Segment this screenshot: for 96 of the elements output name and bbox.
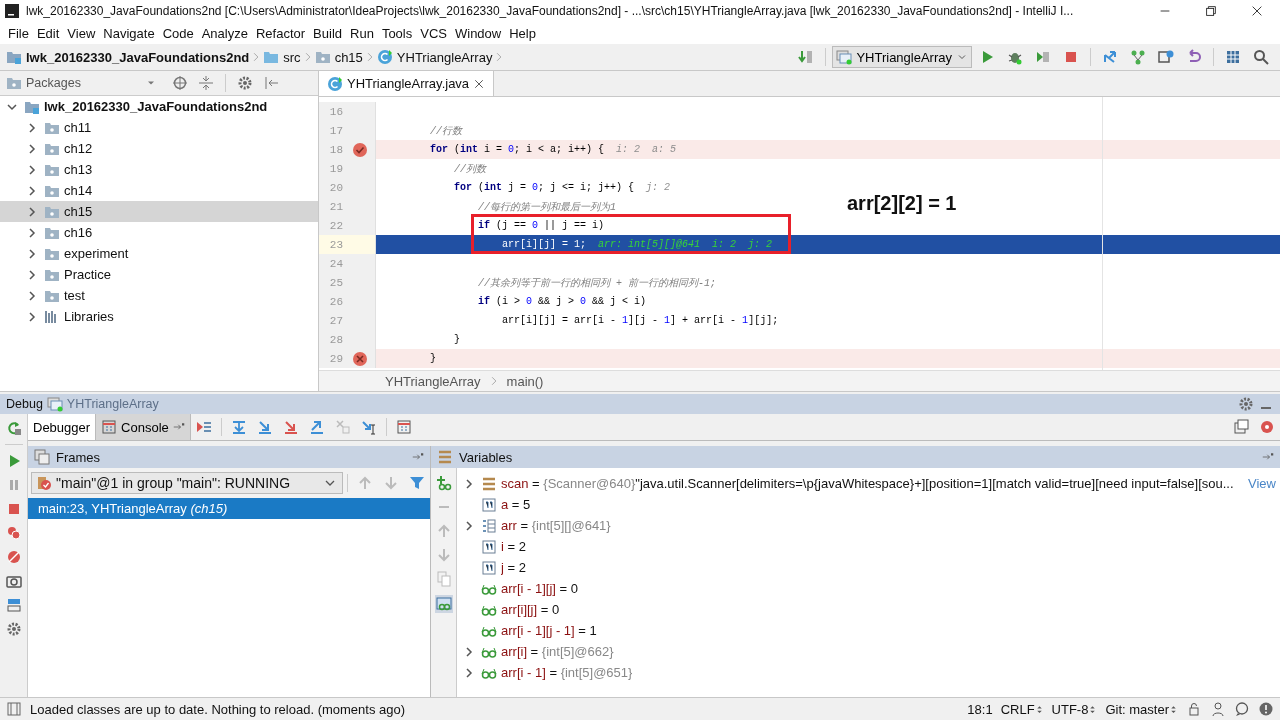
line-number: 27 (328, 314, 343, 327)
window-title: lwk_20162330_JavaFoundations2nd [C:\Users\Administrator\IdeaProjects\lwk_20162330_JavaFoundations2nd] - ...\src\ch15\YHTriangleArray.java [lwk_20162330_JavaFoundations2nd] - IntelliJ I... (26, 4, 1074, 18)
cursor-position[interactable]: 18:1 (967, 701, 993, 717)
vcs-branch-selector[interactable]: Git: master (1105, 701, 1178, 717)
status-message: Loaded classes are up to date. Nothing to reload. (moments ago) (30, 701, 406, 717)
tree-row[interactable]: ch12 (0, 138, 318, 159)
variable-entry[interactable]: i = 2 (501, 539, 526, 554)
code-line: //列数 (453, 162, 486, 176)
code-line: for (int i = 0; i < a; i++) { i: 2 a: 5 (429, 144, 677, 155)
line-number: 23 (328, 238, 343, 251)
code-line: arr[i][j] = 1; arr: int[5][]@641 i: 2 j: 2 (501, 239, 773, 250)
line-number: 28 (328, 333, 343, 346)
tree-label: ch15 (64, 204, 93, 219)
panel-title: Debug (6, 397, 43, 411)
tree-label: test (64, 288, 85, 303)
tree-label: ch16 (64, 225, 93, 240)
breadcrumb-item[interactable]: ch15 (334, 49, 363, 65)
code-line: arr[i][j] = arr[i - 1][j - 1] + arr[i - 1][j]; (501, 315, 779, 326)
tree-label: ch12 (64, 141, 93, 156)
variable-entry[interactable]: arr[i - 1][j] = 0 (501, 581, 578, 596)
line-number: 22 (328, 219, 343, 232)
line-number: 26 (328, 295, 343, 308)
menu-item[interactable]: Edit (32, 25, 64, 41)
tree-row[interactable]: ch14 (0, 180, 318, 201)
line-number: 18 (328, 143, 343, 156)
view-selector[interactable]: Packages (26, 76, 81, 90)
encoding-selector[interactable]: UTF-8 (1051, 701, 1098, 717)
session-tab[interactable]: YHTriangleArray (66, 397, 159, 411)
pane-title: Variables (459, 449, 513, 465)
code-line: //每行的第一列和最后一列为1 (477, 200, 617, 214)
breadcrumb-item[interactable]: main() (506, 373, 544, 389)
variable-entry[interactable]: a = 5 (501, 497, 531, 512)
tree-label: ch13 (64, 162, 93, 177)
debugger-tab[interactable]: Console (96, 414, 191, 440)
breadcrumb-item[interactable]: YHTriangleArray (385, 373, 481, 389)
variable-entry[interactable]: arr = {int[5][]@641} (501, 518, 611, 533)
code-line: if (i > 0 && j > 0 && j < i) (477, 296, 647, 307)
tree-label: ch14 (64, 183, 93, 198)
tree-row[interactable]: test (0, 285, 318, 306)
variable-entry[interactable]: arr[i - 1] = {int[5]@651} (501, 665, 633, 680)
line-number: 29 (328, 352, 343, 365)
line-number: 19 (328, 162, 343, 175)
variable-entry[interactable]: arr[i][j] = 0 (501, 602, 560, 617)
code-line: } (453, 334, 460, 345)
code-line: //行数 (429, 124, 462, 138)
line-number: 20 (328, 181, 343, 194)
pane-title: Frames (56, 449, 101, 465)
run-config-dropdown[interactable]: YHTriangleArray (832, 46, 972, 68)
thread-dropdown[interactable]: "main"@1 in group "main": RUNNING (31, 472, 343, 494)
breadcrumb-item[interactable]: lwk_20162330_JavaFoundations2nd (26, 49, 250, 65)
line-number: 17 (328, 124, 343, 137)
line-number: 24 (328, 257, 343, 270)
line-separator-selector[interactable]: CRLF (1000, 701, 1044, 717)
menu-item[interactable]: View (63, 25, 100, 41)
tree-row[interactable]: ch11 (0, 117, 318, 138)
tree-row[interactable]: ch15 (0, 201, 318, 222)
editor-tab[interactable]: YHTriangleArray.java (319, 71, 495, 96)
tree-row[interactable]: experiment (0, 243, 318, 264)
view-link[interactable]: View (1248, 476, 1280, 491)
code-line: //其余列等于前一行的相同列 + 前一行的相同列-1; (477, 276, 717, 290)
tree-label: Practice (64, 267, 111, 282)
tree-row[interactable]: lwk_20162330_JavaFoundations2nd (0, 96, 318, 117)
menu-item[interactable]: Help (505, 25, 540, 41)
frame-item[interactable]: main:23, YHTriangleArray (ch15) (28, 498, 430, 519)
menu-item[interactable]: Window (450, 25, 506, 41)
tree-row[interactable]: Practice (0, 264, 318, 285)
tree-label: ch11 (64, 120, 92, 135)
menu-item[interactable]: Refactor (251, 25, 310, 41)
code-line: if (j == 0 || j == i) (477, 220, 605, 231)
annotation-text: arr[2][2] = 1 (847, 192, 957, 215)
tree-label: Libraries (64, 309, 114, 324)
line-number: 16 (328, 105, 343, 118)
breadcrumb-item[interactable]: YHTriangleArray (396, 49, 493, 65)
line-number: 21 (328, 200, 343, 213)
menu-item[interactable]: Analyze (197, 25, 252, 41)
menu-item[interactable]: Tools (377, 25, 417, 41)
debugger-tab[interactable]: Debugger (28, 414, 97, 440)
tree-label: experiment (64, 246, 129, 261)
menu-item[interactable]: Code (158, 25, 198, 41)
menu-item[interactable]: Build (309, 25, 346, 41)
line-number: 25 (328, 276, 343, 289)
menu-item[interactable]: File (4, 25, 33, 41)
menu-item[interactable]: Run (346, 25, 378, 41)
menu-item[interactable]: Navigate (99, 25, 159, 41)
tree-label: lwk_20162330_JavaFoundations2nd (44, 99, 268, 114)
tree-row[interactable]: ch16 (0, 222, 318, 243)
variable-entry[interactable]: scan = {Scanner@640}"java.util.Scanner[delimiters=\p{javaWhitespace}+][position=1][match valid=true][need input=false][sou... (501, 476, 1234, 491)
tree-row[interactable]: Libraries (0, 306, 318, 327)
menu-item[interactable]: VCS (416, 25, 451, 41)
breadcrumb-item[interactable]: src (283, 49, 301, 65)
variable-entry[interactable]: j = 2 (501, 560, 526, 575)
variable-entry[interactable]: arr[i] = {int[5]@662} (501, 644, 614, 659)
code-line: for (int j = 0; j <= i; j++) { j: 2 (453, 182, 671, 193)
code-line: } (429, 353, 436, 364)
tree-row[interactable]: ch13 (0, 159, 318, 180)
variable-entry[interactable]: arr[i - 1][j - 1] = 1 (501, 623, 597, 638)
